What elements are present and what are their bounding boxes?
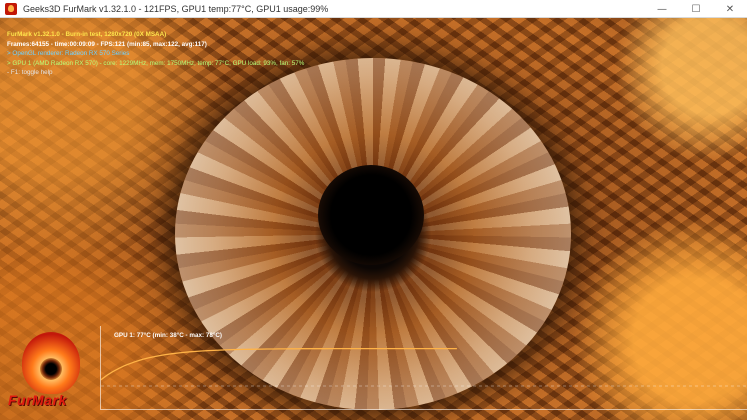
gpu-temp-graph-svg	[101, 347, 747, 387]
gpu-temp-graph: GPU 1: 77°C (min: 38°C - max: 78°C)	[100, 326, 747, 410]
fur-donut-center	[318, 165, 424, 265]
stats-overlay: FurMark v1.32.1.0 - Burn-in test, 1280x7…	[7, 30, 304, 78]
close-button[interactable]: ✕	[713, 0, 747, 18]
furmark-app-icon	[5, 2, 17, 15]
overlay-version-line: FurMark v1.32.1.0 - Burn-in test, 1280x7…	[7, 31, 167, 38]
window-title: Geeks3D FurMark v1.32.1.0 - 121FPS, GPU1…	[23, 3, 329, 14]
maximize-button[interactable]: ☐	[679, 0, 713, 18]
furmark-logo-text: FurMark	[8, 392, 67, 408]
window-controls: — ☐ ✕	[645, 0, 747, 18]
overlay-help-line: - F1: toggle help	[7, 69, 53, 76]
overlay-frames-line: Frames:64155 - time:00:09:09 - FPS:121 (…	[7, 40, 207, 48]
eye-icon	[40, 358, 62, 380]
furmark-logo: FurMark	[6, 330, 98, 416]
overlay-gpu-line: > GPU 1 (AMD Radeon RX 570) - core: 1229…	[7, 59, 305, 67]
gpu-temp-curve	[101, 347, 457, 381]
overlay-renderer-line: > OpenGL renderer: Radeon RX 570 Series	[7, 50, 130, 57]
minimize-button[interactable]: —	[645, 0, 679, 18]
title-bar: Geeks3D FurMark v1.32.1.0 - 121FPS, GPU1…	[0, 0, 747, 18]
